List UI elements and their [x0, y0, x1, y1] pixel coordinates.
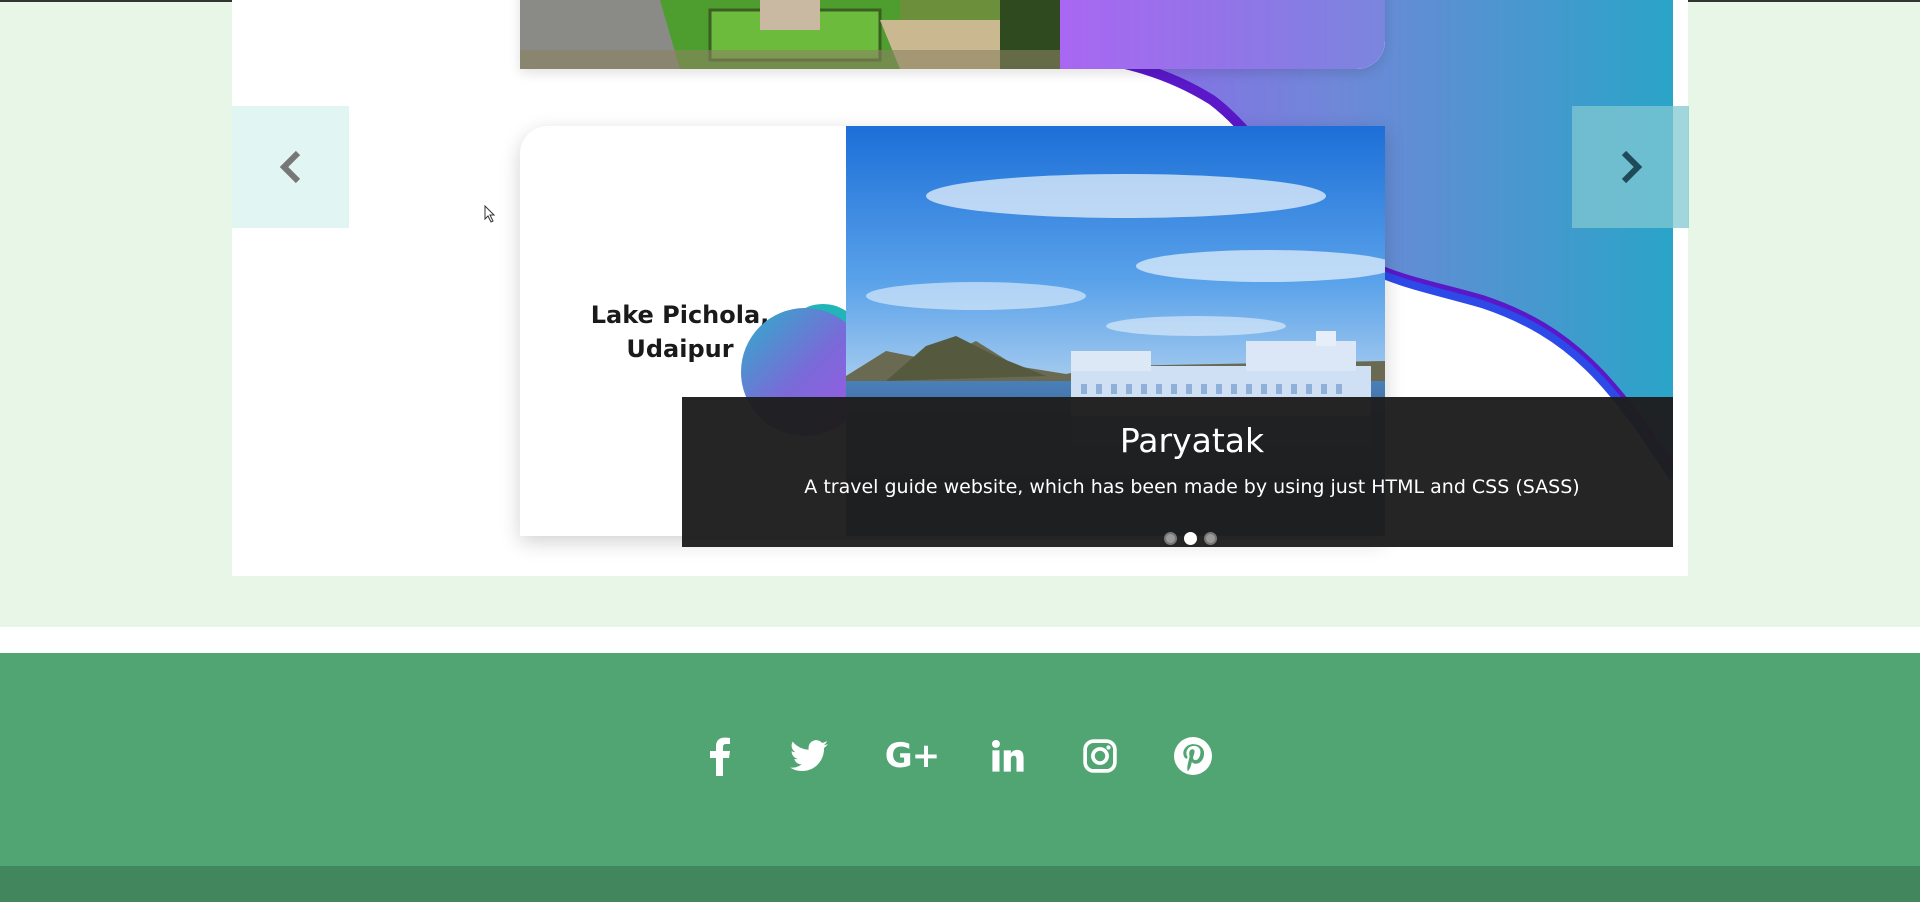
- carousel-prev-button[interactable]: [232, 106, 349, 228]
- carousel-viewport: Lake Pichola, Udaipur Paryatak A travel …: [232, 0, 1673, 576]
- section-divider: [0, 627, 1920, 653]
- carousel-indicators: [1164, 532, 1217, 545]
- pinterest-link[interactable]: [1170, 733, 1216, 779]
- instagram-link[interactable]: [1077, 733, 1123, 779]
- footer-bottom-bar: [0, 866, 1920, 902]
- previous-slide-image: [520, 0, 1060, 69]
- pinterest-icon: [1174, 737, 1212, 775]
- carousel-indicator-3[interactable]: [1204, 532, 1217, 545]
- instagram-icon: [1083, 739, 1117, 773]
- google-plus-icon: G+: [884, 736, 940, 776]
- carousel-indicator-2[interactable]: [1184, 532, 1197, 545]
- twitter-icon: [790, 740, 828, 772]
- carousel-caption: Paryatak A travel guide website, which h…: [682, 397, 1673, 547]
- mouse-cursor-icon: [484, 205, 496, 223]
- google-plus-link[interactable]: G+: [884, 733, 940, 779]
- facebook-icon: [710, 737, 730, 776]
- carousel-next-button[interactable]: [1572, 106, 1689, 228]
- previous-slide-card: [520, 0, 1385, 69]
- caption-description: A travel guide website, which has been m…: [804, 476, 1580, 498]
- carousel-indicator-1[interactable]: [1164, 532, 1177, 545]
- linkedin-link[interactable]: [985, 733, 1031, 779]
- linkedin-icon: [991, 739, 1024, 772]
- facebook-link[interactable]: [697, 733, 743, 779]
- social-links: G+: [0, 733, 1920, 779]
- twitter-link[interactable]: [786, 733, 832, 779]
- chevron-left-icon: [279, 150, 300, 184]
- previous-slide-gradient: [1060, 0, 1385, 69]
- caption-title: Paryatak: [1119, 421, 1265, 460]
- project-carousel: Lake Pichola, Udaipur Paryatak A travel …: [232, 0, 1688, 576]
- chevron-right-icon: [1621, 150, 1642, 184]
